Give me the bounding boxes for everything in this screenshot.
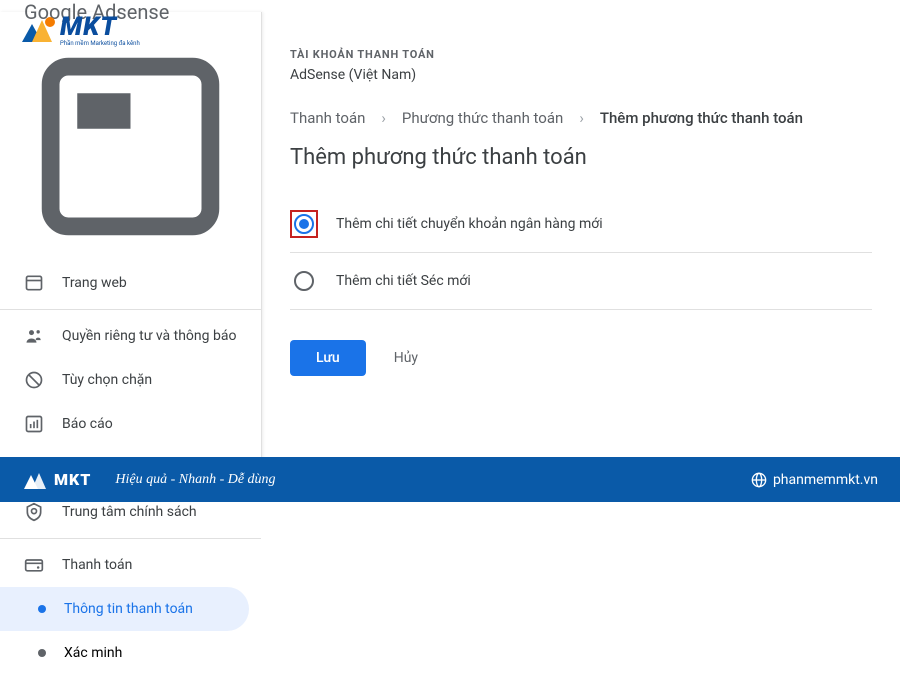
footer-website-text: phanmemmkt.vn [773, 472, 878, 488]
footer-banner: MKT Hiệu quả - Nhanh - Dễ dùng phanmemmk… [0, 457, 900, 502]
report-icon [24, 414, 44, 434]
footer-logo: MKT [22, 469, 91, 491]
breadcrumb-item[interactable]: Thanh toán [290, 109, 365, 127]
radio-selected[interactable] [294, 214, 314, 234]
footer-tagline: Hiệu quả - Nhanh - Dễ dùng [115, 472, 275, 488]
save-button[interactable]: Lưu [290, 340, 366, 376]
sidebar-divider [0, 538, 261, 539]
sidebar-item-label: Quyền riêng tư và thông báo [62, 328, 236, 344]
option-label: Thêm chi tiết Séc mới [336, 273, 471, 289]
sidebar-item-label: Báo cáo [62, 416, 113, 432]
sidebar-item-label: Tùy chọn chặn [62, 372, 152, 388]
payment-option-check[interactable]: Thêm chi tiết Séc mới [290, 253, 872, 310]
footer-website[interactable]: phanmemmkt.vn [751, 472, 878, 488]
bullet-icon [38, 605, 46, 613]
sidebar-item-web[interactable]: Trang web [0, 261, 261, 305]
sidebar: Trang web Quyền riêng tư và thông báo Tù… [0, 12, 262, 467]
sidebar-sub-verify[interactable]: Xác minh [0, 631, 261, 675]
sidebar-item-block[interactable]: Tùy chọn chặn [0, 358, 261, 402]
watermark-logo: MKT Phần mềm Marketing đa kênh [18, 12, 140, 47]
cancel-button[interactable]: Hủy [394, 350, 418, 366]
block-icon [24, 370, 44, 390]
sidebar-item-label: Trung tâm chính sách [62, 504, 197, 520]
breadcrumb: Thanh toán › Phương thức thanh toán › Th… [290, 109, 872, 127]
chevron-right-icon: › [579, 109, 584, 127]
sidebar-sub-payment-info[interactable]: Thông tin thanh toán [0, 587, 249, 631]
breadcrumb-item[interactable]: Phương thức thanh toán [402, 109, 563, 127]
breadcrumb-current: Thêm phương thức thanh toán [600, 109, 803, 127]
watermark-subtitle: Phần mềm Marketing đa kênh [60, 40, 140, 47]
radio-wrap [290, 267, 318, 295]
footer-brand: MKT [54, 470, 91, 489]
account-name: AdSense (Việt Nam) [290, 67, 872, 83]
sidebar-item-label: Trang web [62, 275, 127, 291]
account-section-label: TÀI KHOẢN THANH TOÁN [290, 48, 872, 61]
highlight-box [290, 210, 318, 238]
payment-option-bank[interactable]: Thêm chi tiết chuyển khoản ngân hàng mới [290, 196, 872, 253]
sidebar-sub-label: Xác minh [64, 645, 122, 661]
globe-icon [751, 472, 767, 488]
option-label: Thêm chi tiết chuyển khoản ngân hàng mới [336, 216, 603, 232]
sidebar-divider [0, 309, 261, 310]
sidebar-item-privacy[interactable]: Quyền riêng tư và thông báo [0, 314, 261, 358]
button-row: Lưu Hủy [290, 340, 872, 376]
radio-unselected[interactable] [294, 271, 314, 291]
sidebar-sub-label: Thông tin thanh toán [64, 601, 193, 617]
footer-left: MKT Hiệu quả - Nhanh - Dễ dùng [22, 469, 276, 491]
watermark-brand: MKT [60, 12, 140, 42]
main-content: TÀI KHOẢN THANH TOÁN AdSense (Việt Nam) … [262, 12, 900, 467]
ad-unit-icon [24, 40, 237, 253]
mkt-footer-icon [22, 469, 50, 491]
policy-icon [24, 502, 44, 522]
sidebar-item-report[interactable]: Báo cáo [0, 402, 261, 446]
sidebar-item-label: Thanh toán [62, 557, 132, 573]
sidebar-item-payments[interactable]: Thanh toán [0, 543, 261, 587]
payments-icon [24, 555, 44, 575]
bullet-icon [38, 649, 46, 657]
chevron-right-icon: › [381, 109, 386, 127]
web-icon [24, 273, 44, 293]
mkt-logo-shapes [18, 14, 60, 46]
page-title: Thêm phương thức thanh toán [290, 145, 872, 170]
sidebar-top-item[interactable] [0, 32, 261, 261]
privacy-icon [24, 326, 44, 346]
